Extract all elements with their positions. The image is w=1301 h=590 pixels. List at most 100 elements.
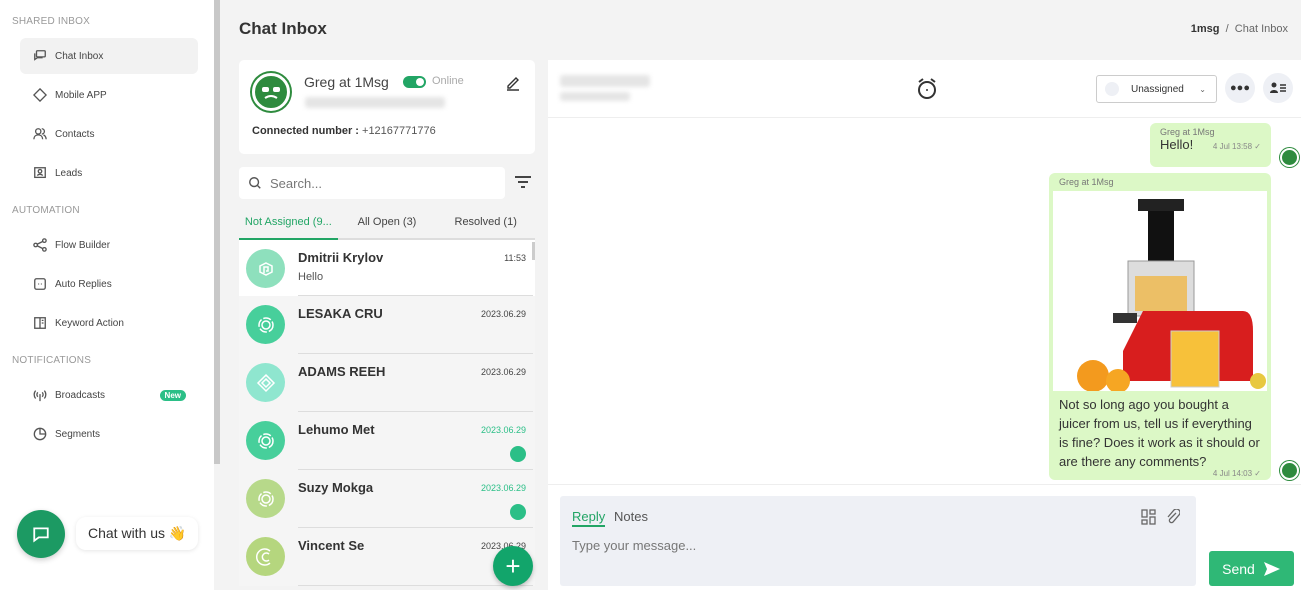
chat-with-us-label[interactable]: Chat with us 👋 (76, 517, 199, 550)
assignee-avatar (1105, 82, 1119, 96)
contact-name: Suzy Mokga (298, 480, 374, 495)
send-icon (1263, 561, 1280, 576)
connected-number-value: +12167771776 (362, 125, 436, 137)
edit-icon[interactable] (505, 75, 521, 91)
chat-with-us-button[interactable] (17, 510, 65, 558)
last-message: Hello (298, 271, 324, 283)
contact-info-button[interactable] (1263, 73, 1293, 103)
tab-reply[interactable]: Reply (572, 509, 606, 527)
auto-reply-icon (34, 278, 46, 290)
avatar-pattern-icon (257, 316, 274, 333)
sunglasses-face-icon (262, 87, 280, 99)
share-icon (33, 238, 47, 252)
tab-notes[interactable]: Notes (614, 509, 648, 524)
sidebar-item-chat-inbox[interactable]: Chat Inbox (20, 38, 198, 74)
send-button[interactable]: Send (1209, 551, 1294, 586)
breadcrumb: 1msg / Chat Inbox (1190, 23, 1288, 35)
assignee-dropdown[interactable]: Unassigned ⌄ (1096, 75, 1217, 103)
chat-list-item[interactable]: Lehumo Met 2023.06.29 (239, 412, 535, 470)
avatar-pattern-icon (257, 490, 274, 507)
conversation-header: Unassigned ⌄ ●●● (548, 60, 1301, 118)
sidebar-item-flow-builder[interactable]: Flow Builder (20, 227, 198, 263)
chat-list-item[interactable]: Dmitrii Krylov Hello 11:53 (239, 240, 535, 296)
section-automation: AUTOMATION (12, 205, 80, 216)
chat-list-item[interactable]: Vincent Se 2023.06.29 (239, 528, 535, 586)
sidebar-item-label: Keyword Action (55, 317, 124, 329)
mobile-icon (33, 88, 47, 102)
breadcrumb-home[interactable]: 1msg (1191, 23, 1220, 35)
more-options-button[interactable]: ●●● (1225, 73, 1255, 103)
contact-avatar (246, 479, 285, 518)
sidebar-item-label: Segments (55, 428, 101, 440)
contact-name: Dmitrii Krylov (298, 250, 384, 265)
chat-time: 2023.06.29 (480, 425, 526, 435)
contact-avatar (246, 363, 285, 402)
tab-resolved[interactable]: Resolved (1) (436, 210, 535, 238)
chat-list-item[interactable]: ADAMS REEH 2023.06.29 (239, 354, 535, 412)
sidebar-item-label: Auto Replies (55, 278, 112, 290)
sidebar-item-auto-replies[interactable]: Auto Replies (20, 266, 198, 302)
chat-bubble-icon (33, 527, 49, 543)
profile-email-blurred (305, 97, 445, 108)
check-icon: ✓ (1254, 142, 1261, 151)
sender-avatar (1280, 461, 1299, 480)
sidebar-item-label: Flow Builder (55, 239, 111, 251)
new-chat-button[interactable]: + (493, 546, 533, 586)
chat-time: 2023.06.29 (480, 367, 526, 377)
sidebar-item-contacts[interactable]: Contacts (20, 116, 198, 152)
profile-avatar (252, 73, 290, 111)
sidebar-item-segments[interactable]: Segments (20, 416, 198, 452)
chat-list-scrollbar[interactable] (532, 242, 535, 260)
contact-avatar (246, 305, 285, 344)
message-text: Not so long ago you bought a juicer from… (1059, 397, 1260, 469)
avatar-pattern-icon (258, 261, 273, 276)
contact-avatar (246, 421, 285, 460)
sidebar: SHARED INBOX Chat Inbox Mobile APP Conta… (0, 0, 214, 590)
chat-icon (34, 50, 46, 61)
filter-icon[interactable] (514, 176, 532, 188)
search-box[interactable] (239, 167, 505, 199)
sidebar-item-label: Mobile APP (55, 89, 107, 101)
chat-time: 2023.06.29 (480, 483, 526, 493)
sidebar-item-label: Chat Inbox (55, 50, 104, 62)
sidebar-scrollbar[interactable] (214, 0, 220, 464)
sidebar-item-keyword-action[interactable]: Keyword Action (20, 305, 198, 341)
broadcast-icon (33, 390, 47, 402)
search-input[interactable] (270, 175, 470, 191)
message-bubble: Greg at 1Msg Hello! 4 Jul 13:58 ✓ (1150, 123, 1271, 167)
contact-number-blurred (560, 92, 630, 101)
juicer-image[interactable] (1053, 191, 1267, 393)
alarm-clock-icon[interactable] (916, 77, 938, 101)
sidebar-item-label: Contacts (55, 128, 95, 140)
contact-name-blurred (560, 75, 650, 87)
profile-name: Greg at 1Msg (304, 74, 389, 90)
sidebar-item-broadcasts[interactable]: Broadcasts New (20, 377, 198, 413)
contact-avatar (246, 249, 285, 288)
message-time: 4 Jul 13:58 (1212, 142, 1253, 151)
contact-name: Lehumo Met (298, 422, 375, 437)
message-bubble-image: Greg at 1Msg Not so long ago you bought … (1049, 173, 1271, 480)
online-status: Online (432, 75, 464, 87)
paperclip-icon[interactable] (1166, 509, 1180, 525)
chat-list-item[interactable]: LESAKA CRU 2023.06.29 (239, 296, 535, 354)
connected-label: Connected number : (252, 125, 359, 137)
avatar-pattern-icon (257, 432, 274, 449)
message-sender: Greg at 1Msg (1059, 177, 1114, 187)
online-toggle[interactable] (403, 76, 426, 88)
sidebar-item-leads[interactable]: Leads (20, 155, 198, 191)
plus-icon: + (505, 550, 521, 581)
chat-tabs: Not Assigned (9... All Open (3) Resolved… (239, 210, 535, 240)
leads-icon (34, 167, 46, 179)
unread-dot (510, 504, 526, 520)
avatar-pattern-icon (255, 547, 270, 566)
chat-list-item[interactable]: Suzy Mokga 2023.06.29 (239, 470, 535, 528)
connected-number: Connected number : +12167771776 (252, 125, 436, 137)
sidebar-item-mobile-app[interactable]: Mobile APP (20, 77, 198, 113)
contact-name: ADAMS REEH (298, 364, 386, 379)
tab-all-open[interactable]: All Open (3) (338, 210, 437, 238)
keyword-icon (34, 317, 46, 329)
message-input[interactable] (572, 538, 1132, 553)
templates-icon[interactable] (1141, 509, 1157, 525)
chat-time: 2023.06.29 (480, 309, 526, 319)
tab-not-assigned[interactable]: Not Assigned (9... (239, 210, 338, 240)
